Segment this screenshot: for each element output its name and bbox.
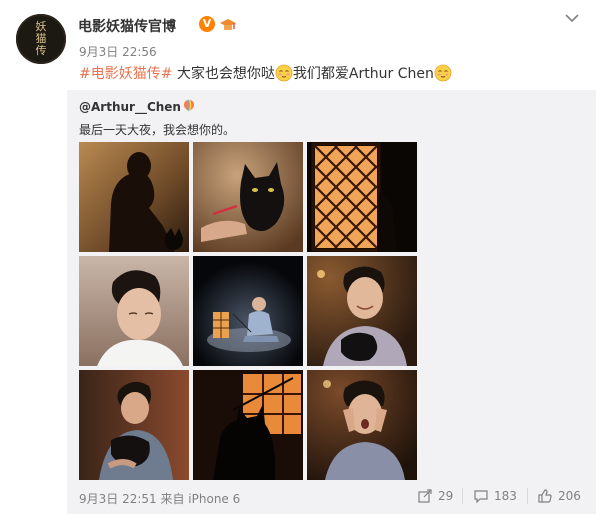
repost-box: @Arthur__Chen 最后一天大夜，我会想你的。 9月3日 22:51 来…	[67, 90, 596, 514]
comment-count: 183	[494, 489, 517, 503]
photo-young-man-portrait[interactable]	[79, 256, 189, 366]
post-content: #电影妖猫传# 大家也会想你哒 我们都爱Arthur Chen	[79, 63, 452, 83]
thumbs-up-icon	[538, 489, 552, 503]
photo-black-cat-hand[interactable]	[193, 142, 303, 252]
share-count: 29	[438, 489, 454, 503]
like-count: 206	[558, 489, 581, 503]
share-icon	[418, 489, 432, 503]
shy-face-emoji-icon	[434, 64, 452, 82]
like-button[interactable]: 206	[538, 489, 581, 503]
action-divider	[462, 488, 463, 504]
photo-lattice-lantern[interactable]	[307, 142, 417, 252]
photo-silhouette-man-cat[interactable]	[79, 142, 189, 252]
post-text-part1: 大家也会想你哒	[172, 66, 275, 82]
topic-link[interactable]: #电影妖猫传#	[79, 66, 172, 82]
photo-man-holding-cat[interactable]	[307, 256, 417, 366]
action-divider	[527, 488, 528, 504]
photo-grid	[79, 142, 417, 480]
shy-face-emoji-icon	[275, 64, 293, 82]
comment-icon	[474, 490, 488, 503]
repost-text: 最后一天大夜，我会想你的。	[79, 123, 236, 137]
photo-man-sitting-lantern-stage[interactable]	[193, 256, 303, 366]
avatar[interactable]: 妖猫传	[16, 14, 66, 64]
chevron-down-icon[interactable]	[564, 12, 580, 24]
repost-user-name[interactable]: @Arthur__Chen	[79, 100, 181, 114]
avatar-logo: 妖猫传	[35, 20, 47, 57]
repost-meta: 9月3日 22:51 来自 iPhone 6	[79, 492, 241, 506]
weibo-post-card: 妖猫传 电影妖猫传官博 V 9月3日 22:56 #电影妖猫传# 大家也会想你哒…	[0, 0, 596, 514]
balloon-badge-icon	[183, 99, 194, 112]
comment-button[interactable]: 183	[474, 489, 517, 503]
post-time[interactable]: 9月3日 22:56	[79, 43, 157, 60]
photo-cat-silhouette-window[interactable]	[193, 370, 303, 480]
repost-user-link[interactable]: @Arthur__Chen	[79, 99, 195, 114]
verified-badge-icon: V	[199, 16, 215, 32]
photo-hands-on-face[interactable]	[307, 370, 417, 480]
photo-man-hugging-cat[interactable]	[79, 370, 189, 480]
share-button[interactable]: 29	[418, 489, 453, 503]
graduation-cap-icon	[220, 19, 236, 30]
post-text-part2: 我们都爱Arthur Chen	[292, 66, 434, 82]
author-name[interactable]: 电影妖猫传官博	[78, 16, 176, 36]
